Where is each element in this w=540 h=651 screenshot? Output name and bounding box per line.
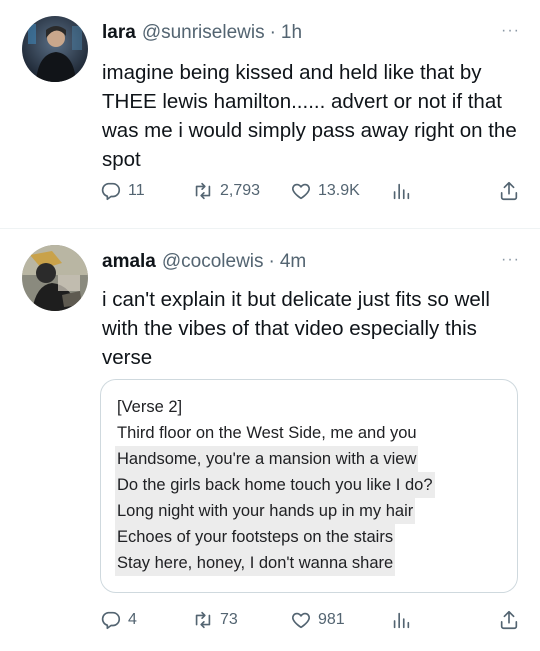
more-options-icon[interactable]: ··· (501, 251, 520, 269)
heart-icon (292, 612, 310, 629)
retweet-icon (195, 182, 211, 200)
retweet-button[interactable]: 73 (192, 609, 238, 631)
separator-dot: · (269, 22, 276, 43)
reply-icon (101, 611, 121, 630)
display-name[interactable]: lara (102, 22, 136, 44)
like-button[interactable]: 13.9K (290, 180, 360, 202)
share-button[interactable] (498, 180, 520, 202)
tweet-text: i can't explain it but delicate just fit… (102, 288, 490, 369)
heart-icon (292, 183, 310, 200)
lyric-line: [Verse 2] (117, 398, 183, 416)
reply-button[interactable]: 4 (100, 609, 137, 631)
like-count: 981 (318, 611, 345, 628)
lyric-line-highlighted: Do the girls back home touch you like I … (115, 472, 503, 498)
action-bar: 4 73 981 (100, 607, 520, 633)
more-options-icon[interactable]: ··· (501, 22, 520, 40)
views-button[interactable] (390, 180, 412, 202)
reply-icon (101, 182, 121, 201)
share-icon (500, 610, 518, 630)
reply-count: 11 (128, 182, 145, 199)
retweet-count: 2,793 (220, 182, 261, 199)
user-handle[interactable]: @sunriselewis (142, 22, 265, 44)
tweet-amala[interactable]: amala @cocolewis · 4m ··· i can't explai… (0, 229, 540, 651)
timestamp[interactable]: 1h (281, 22, 302, 44)
lyrics-image-card[interactable]: [Verse 2] Third floor on the West Side, … (100, 379, 518, 593)
views-chart-icon (393, 612, 410, 629)
retweet-button[interactable]: 2,793 (192, 180, 260, 202)
tweet-header: lara @sunriselewis · 1h ··· (102, 20, 520, 46)
reply-count: 4 (128, 611, 137, 628)
views-chart-icon (393, 183, 410, 200)
avatar[interactable] (22, 16, 88, 82)
lyric-line-highlighted: Stay here, honey, I don't wanna share (115, 550, 503, 576)
tweet-text: imagine being kissed and held like that … (102, 61, 517, 171)
like-count: 13.9K (318, 182, 360, 199)
user-handle[interactable]: @cocolewis (162, 251, 264, 273)
display-name[interactable]: amala (102, 251, 156, 273)
views-button[interactable] (390, 609, 412, 631)
lyric-line: Third floor on the West Side, me and you (117, 424, 417, 442)
action-bar: 11 2,793 13.9K (100, 178, 520, 204)
retweet-icon (195, 611, 211, 629)
like-button[interactable]: 981 (290, 609, 345, 631)
tweet-header: amala @cocolewis · 4m ··· (102, 249, 520, 275)
avatar[interactable] (22, 245, 88, 311)
lyric-line-highlighted: Handsome, you're a mansion with a view (115, 446, 503, 472)
retweet-count: 73 (220, 611, 238, 628)
share-icon (500, 181, 518, 201)
timestamp[interactable]: 4m (280, 251, 306, 273)
tweet-lara[interactable]: lara @sunriselewis · 1h ··· imagine bein… (0, 0, 540, 228)
share-button[interactable] (498, 609, 520, 631)
separator-dot: · (268, 251, 275, 272)
reply-button[interactable]: 11 (100, 180, 145, 202)
lyric-line-highlighted: Echoes of your footsteps on the stairs (115, 524, 503, 550)
lyric-line-highlighted: Long night with your hands up in my hair (115, 498, 503, 524)
